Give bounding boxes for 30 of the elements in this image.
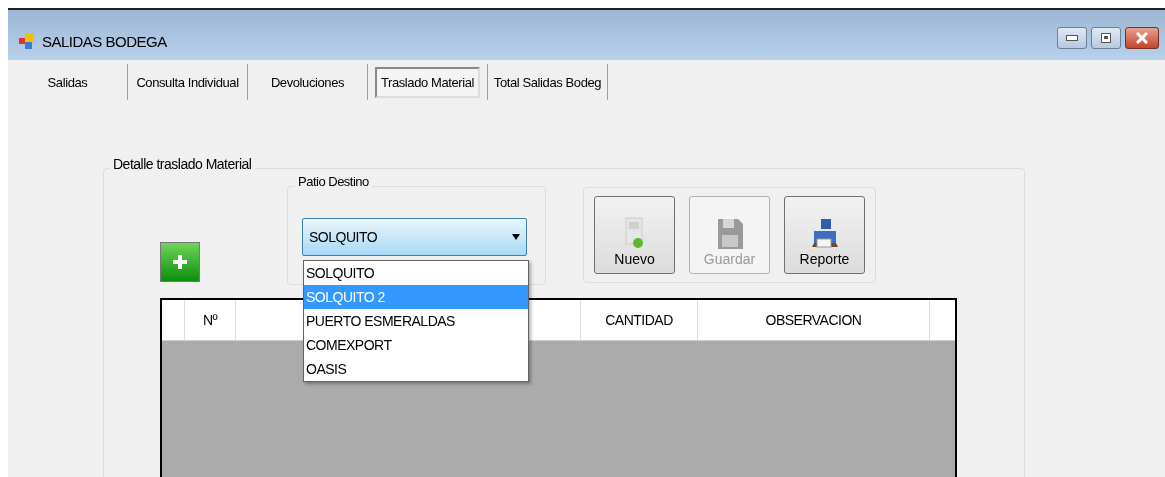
- minimize-button[interactable]: [1057, 27, 1087, 49]
- column-header[interactable]: Nº: [185, 300, 236, 340]
- dropdown-option[interactable]: PUERTO ESMERALDAS: [304, 309, 528, 333]
- tab[interactable]: Consulta Individual: [132, 68, 243, 96]
- close-button[interactable]: [1125, 27, 1159, 49]
- app-icon: [18, 32, 36, 50]
- column-header[interactable]: OBSERVACION: [698, 300, 930, 340]
- dropdown-option[interactable]: OASIS: [304, 357, 528, 381]
- printer-icon: [809, 217, 840, 251]
- document-add-icon: [623, 217, 646, 251]
- toolbar-button[interactable]: Reporte: [784, 196, 865, 274]
- dropdown-arrow-icon: [512, 234, 520, 240]
- add-button[interactable]: [160, 242, 200, 282]
- column-header[interactable]: CANTIDAD: [581, 300, 698, 340]
- tab[interactable]: Salidas: [43, 68, 92, 96]
- tab[interactable]: Devoluciones: [266, 68, 349, 96]
- dropdown-option[interactable]: SOLQUITO: [304, 261, 528, 285]
- toolbar-button[interactable]: Nuevo: [594, 196, 675, 274]
- dropdown-option[interactable]: COMEXPORT: [304, 333, 528, 357]
- plus-icon: [172, 254, 188, 270]
- maximize-icon: [1101, 33, 1111, 43]
- tab[interactable]: Traslado Material: [374, 66, 481, 98]
- tab[interactable]: Total Salidas Bodeg: [489, 68, 606, 96]
- close-icon: [1136, 32, 1148, 44]
- group-title: Patio Destino: [295, 174, 372, 189]
- dropdown[interactable]: SOLQUITO: [302, 218, 527, 256]
- minimize-icon: [1066, 35, 1078, 41]
- maximize-button[interactable]: [1091, 27, 1121, 49]
- window-title: SALIDAS BODEGA: [42, 32, 167, 50]
- group-title: Detalle traslado Material: [110, 156, 255, 172]
